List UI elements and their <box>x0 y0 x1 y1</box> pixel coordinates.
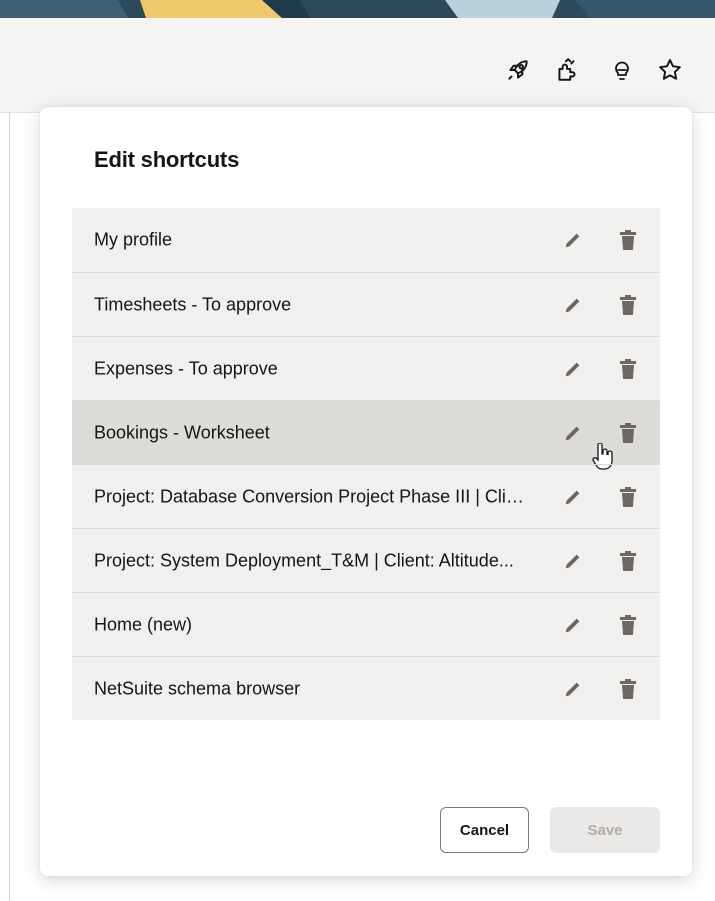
trash-icon[interactable] <box>613 418 643 448</box>
list-item: Project: System Deployment_T&M | Client:… <box>72 528 660 592</box>
shortcut-label: Project: System Deployment_T&M | Client:… <box>94 550 514 570</box>
star-icon[interactable] <box>654 54 686 86</box>
trash-icon[interactable] <box>613 674 643 704</box>
shortcut-label: Bookings - Worksheet <box>94 422 270 442</box>
shortcut-label: Expenses - To approve <box>94 358 278 378</box>
save-button[interactable]: Save <box>550 807 660 853</box>
list-item: Home (new) <box>72 592 660 656</box>
trash-icon[interactable] <box>613 225 643 255</box>
header-bar <box>0 18 715 113</box>
cancel-button[interactable]: Cancel <box>440 807 529 853</box>
list-item: Timesheets - To approve <box>72 272 660 336</box>
lightbulb-icon[interactable] <box>606 54 638 86</box>
rocket-icon[interactable] <box>502 54 534 86</box>
header-banner <box>0 0 715 18</box>
list-item: Bookings - Worksheet <box>72 400 660 470</box>
shortcut-list: My profile Timesheets - To approve Expen… <box>72 208 660 720</box>
shortcut-label: Timesheets - To approve <box>94 294 292 314</box>
pencil-icon[interactable] <box>558 610 588 640</box>
dialog-title: Edit shortcuts <box>94 147 240 172</box>
trash-icon[interactable] <box>613 290 643 320</box>
pencil-icon[interactable] <box>558 225 588 255</box>
pencil-icon[interactable] <box>558 546 588 576</box>
list-item: NetSuite schema browser <box>72 656 660 720</box>
pencil-icon[interactable] <box>558 482 588 512</box>
puzzle-icon[interactable] <box>551 54 583 86</box>
edit-shortcuts-dialog: Edit shortcuts My profile Timesheets - T… <box>40 107 692 876</box>
shortcut-label: NetSuite schema browser <box>94 678 301 698</box>
shortcut-label: Home (new) <box>94 614 193 634</box>
trash-icon[interactable] <box>613 546 643 576</box>
trash-icon[interactable] <box>613 610 643 640</box>
shortcut-label: Project: Database Conversion Project Pha… <box>94 486 528 506</box>
list-item: Project: Database Conversion Project Pha… <box>72 464 660 528</box>
shortcut-label: My profile <box>94 229 173 250</box>
pencil-icon[interactable] <box>558 418 588 448</box>
trash-icon[interactable] <box>613 482 643 512</box>
trash-icon[interactable] <box>613 354 643 384</box>
list-item: My profile <box>72 208 660 272</box>
pencil-icon[interactable] <box>558 354 588 384</box>
list-item: Expenses - To approve <box>72 336 660 400</box>
pencil-icon[interactable] <box>558 290 588 320</box>
pencil-icon[interactable] <box>558 674 588 704</box>
page-divider <box>9 112 10 901</box>
